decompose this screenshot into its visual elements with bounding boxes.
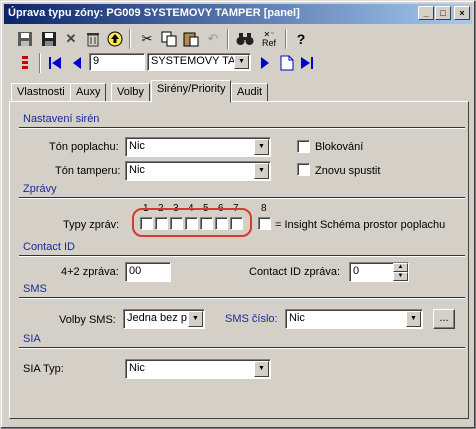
sms-options-value: Jedna bez p — [127, 312, 187, 324]
record-number-input[interactable]: 9 — [89, 53, 145, 71]
message-type-2-checkbox[interactable] — [155, 217, 168, 230]
up-icon[interactable] — [105, 29, 125, 49]
contact-id-message-label: Contact ID zpráva: — [249, 266, 341, 278]
sms-options-select[interactable]: Jedna bez p ▼ — [123, 309, 205, 329]
record-name-select[interactable]: SYSTEMOVY TA ▼ — [147, 53, 251, 71]
msg42-label: 4+2 zpráva: — [61, 266, 119, 278]
msg42-input[interactable]: 00 — [125, 262, 171, 282]
section-divider — [19, 127, 465, 129]
toolbar-separator — [39, 53, 41, 73]
section-divider — [19, 297, 465, 299]
message-number-8: 8 — [261, 203, 267, 214]
chevron-down-icon[interactable]: ▼ — [188, 311, 203, 327]
chevron-down-icon[interactable]: ▼ — [406, 311, 421, 327]
section-divider — [19, 255, 465, 257]
trash-icon[interactable] — [83, 29, 103, 49]
section-divider — [19, 197, 465, 199]
blocking-checkbox[interactable] — [297, 140, 310, 153]
tab-volby[interactable]: Volby — [111, 83, 150, 102]
help-icon[interactable]: ? — [291, 29, 311, 49]
tab-audit[interactable]: Audit — [231, 83, 269, 102]
sia-type-select[interactable]: Nic ▼ — [125, 359, 271, 379]
sms-number-select[interactable]: Nic ▼ — [285, 309, 423, 329]
section-sms-title: SMS — [23, 283, 47, 295]
chevron-down-icon[interactable]: ▼ — [254, 163, 269, 179]
sms-number-label: SMS číslo: — [225, 313, 278, 325]
cut-icon[interactable]: ✂ — [137, 29, 157, 49]
sms-number-value: Nic — [289, 312, 305, 324]
alarm-tone-select[interactable]: Nic ▼ — [125, 137, 271, 157]
copy-icon[interactable] — [159, 29, 179, 49]
spin-down-button[interactable]: ▼ — [393, 272, 408, 281]
zone-type-window: Úprava typu zóny: PG009 SYSTEMOVY TAMPER… — [0, 0, 476, 429]
save-icon[interactable] — [15, 29, 35, 49]
new-record-icon[interactable] — [277, 53, 297, 73]
first-record-icon[interactable] — [45, 53, 65, 73]
spin-up-button[interactable]: ▲ — [393, 263, 408, 272]
message-type-5-checkbox[interactable] — [200, 217, 213, 230]
tamper-tone-select[interactable]: Nic ▼ — [125, 161, 271, 181]
references-icon[interactable]: ✕⁻ Ref — [259, 29, 279, 49]
binoculars-icon[interactable] — [235, 29, 255, 49]
minimize-button[interactable]: _ — [418, 6, 434, 20]
sia-type-label: SIA Typ: — [23, 363, 64, 375]
sia-type-value: Nic — [129, 362, 145, 374]
toolbar-separator — [227, 29, 229, 49]
navigation-toolbar: 9 SYSTEMOVY TA ▼ — [5, 51, 473, 75]
section-divider — [19, 347, 465, 349]
record-list-icon[interactable] — [15, 53, 35, 73]
alarm-tone-value: Nic — [129, 140, 145, 152]
alarm-tone-label: Tón poplachu: — [49, 141, 119, 153]
record-name-value: SYSTEMOVY TA — [151, 55, 236, 67]
section-sirens-title: Nastavení sirén — [23, 113, 100, 125]
next-record-icon[interactable] — [255, 53, 275, 73]
section-messages-title: Zprávy — [23, 183, 57, 195]
paste-icon[interactable] — [181, 29, 201, 49]
message-type-6-checkbox[interactable] — [215, 217, 228, 230]
toolbar-separator — [129, 29, 131, 49]
close-button[interactable]: × — [454, 6, 470, 20]
references-label: Ref — [261, 38, 276, 48]
restart-checkbox[interactable] — [297, 163, 310, 176]
undo-icon[interactable]: ↶ — [203, 29, 223, 49]
tamper-tone-label: Tón tamperu: — [55, 165, 121, 177]
title-bar[interactable]: Úprava typu zóny: PG009 SYSTEMOVY TAMPER… — [4, 4, 472, 24]
chevron-down-icon[interactable]: ▼ — [254, 361, 269, 377]
sms-options-label: Volby SMS: — [59, 314, 116, 326]
restart-label: Znovu spustit — [315, 165, 381, 177]
message-types-label: Typy zpráv: — [63, 219, 120, 231]
message-type-3-checkbox[interactable] — [170, 217, 183, 230]
sms-browse-button[interactable]: ... — [433, 309, 455, 329]
previous-record-icon[interactable] — [67, 53, 87, 73]
tab-auxy[interactable]: Auxy — [70, 83, 107, 102]
message-type-1-checkbox[interactable] — [140, 217, 153, 230]
toolbar-separator — [285, 29, 287, 49]
message-type-4-checkbox[interactable] — [185, 217, 198, 230]
window-title: Úprava typu zóny: PG009 SYSTEMOVY TAMPER… — [8, 7, 300, 19]
delete-icon[interactable]: ✕ — [61, 29, 81, 49]
tab-sireny-priority[interactable]: Sirény/Priority — [151, 80, 232, 103]
section-sia-title: SIA — [23, 333, 41, 345]
tab-vlastnosti[interactable]: Vlastnosti — [11, 83, 71, 102]
tamper-tone-value: Nic — [129, 164, 145, 176]
contact-id-message-value: 0 — [353, 265, 360, 277]
main-toolbar: ✕ ✂ ↶ ✕⁻ Ref ? — [5, 27, 473, 51]
last-record-icon[interactable] — [297, 53, 317, 73]
section-contact-id-title: Contact ID — [23, 241, 75, 253]
chevron-down-icon[interactable]: ▼ — [254, 139, 269, 155]
chevron-down-icon[interactable]: ▼ — [234, 55, 249, 69]
insight-label: = Insight Schéma prostor poplachu — [275, 219, 446, 231]
maximize-button[interactable]: □ — [435, 6, 451, 20]
message-type-7-checkbox[interactable] — [230, 217, 243, 230]
blocking-label: Blokování — [315, 141, 364, 153]
message-type-8-checkbox[interactable] — [258, 217, 271, 230]
save-as-icon[interactable] — [39, 29, 59, 49]
